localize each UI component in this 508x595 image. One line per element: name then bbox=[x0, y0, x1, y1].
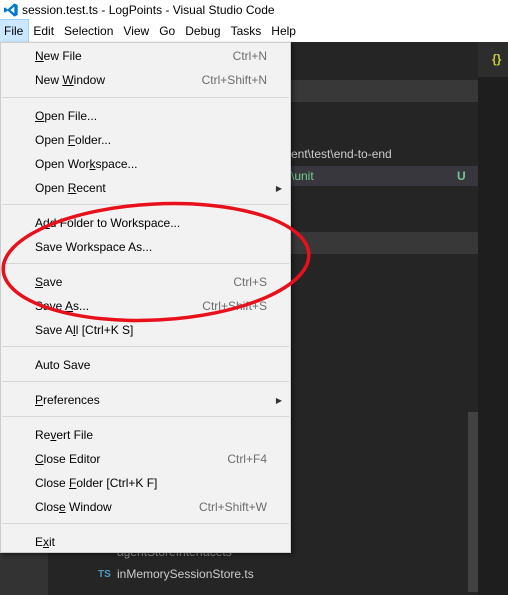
menu-item-auto-save[interactable]: Auto Save bbox=[1, 353, 290, 377]
menu-item-label: Open Recent bbox=[35, 181, 106, 195]
tree-path-unit[interactable]: \unit bbox=[291, 169, 314, 183]
menu-separator bbox=[2, 204, 289, 205]
menu-item-new-file[interactable]: New File Ctrl+N bbox=[1, 44, 290, 68]
menu-item-label: Preferences bbox=[35, 393, 100, 407]
menu-separator bbox=[2, 523, 289, 524]
menu-item-save-as[interactable]: Save As... Ctrl+Shift+S bbox=[1, 294, 290, 318]
menu-item-label: Add Folder to Workspace... bbox=[35, 216, 181, 230]
editor-area: {} bbox=[478, 42, 508, 595]
menu-item-open-folder[interactable]: Open Folder... bbox=[1, 128, 290, 152]
menu-item-label: New File bbox=[35, 49, 82, 63]
submenu-arrow-icon: ▶ bbox=[275, 183, 282, 193]
file-menu-dropdown: New File Ctrl+N New Window Ctrl+Shift+N Open… bbox=[0, 42, 291, 553]
title-bar: session.test.ts - LogPoints - Visual Stu… bbox=[0, 0, 508, 20]
tree-file-inmemorysessionstore[interactable]: inMemorySessionStore.ts bbox=[117, 567, 254, 581]
menu-item-close-editor[interactable]: Close Editor Ctrl+F4 bbox=[1, 447, 290, 471]
menu-item-new-window[interactable]: New Window Ctrl+Shift+N bbox=[1, 68, 290, 92]
window-title: session.test.ts - LogPoints - Visual Stu… bbox=[22, 3, 275, 17]
menu-item-open-file[interactable]: Open File... bbox=[1, 104, 290, 128]
menu-item-label: Save All [Ctrl+K S] bbox=[35, 323, 134, 337]
untracked-badge: U bbox=[457, 169, 466, 183]
menu-tasks[interactable]: Tasks bbox=[226, 20, 267, 42]
menu-item-label: Revert File bbox=[35, 428, 94, 442]
menu-item-shortcut: Ctrl+F4 bbox=[227, 452, 267, 466]
menu-go[interactable]: Go bbox=[154, 20, 180, 42]
menu-item-label: New Window bbox=[35, 73, 106, 87]
menu-item-exit[interactable]: Exit bbox=[1, 530, 290, 554]
menu-item-shortcut: Ctrl+Shift+S bbox=[202, 299, 267, 313]
menu-item-revert-file[interactable]: Revert File bbox=[1, 423, 290, 447]
menu-edit[interactable]: Edit bbox=[28, 20, 59, 42]
menu-item-label: Save Workspace As... bbox=[35, 240, 153, 254]
menu-debug[interactable]: Debug bbox=[180, 20, 225, 42]
menu-item-label: Auto Save bbox=[35, 358, 91, 372]
menu-item-close-folder[interactable]: Close Folder [Ctrl+K F] bbox=[1, 471, 290, 495]
menu-item-shortcut: Ctrl+Shift+W bbox=[198, 500, 267, 514]
menu-item-open-recent[interactable]: Open Recent ▶ bbox=[1, 176, 290, 200]
menu-separator bbox=[2, 263, 289, 264]
menu-item-close-window[interactable]: Close Window Ctrl+Shift+W bbox=[1, 495, 290, 519]
sidebar-scrollbar[interactable] bbox=[468, 412, 478, 592]
editor-tab[interactable]: {} bbox=[478, 42, 508, 77]
menu-selection[interactable]: Selection bbox=[59, 20, 118, 42]
menu-item-shortcut: Ctrl+Shift+N bbox=[201, 73, 267, 87]
menu-help[interactable]: Help bbox=[266, 20, 301, 42]
menu-item-shortcut: Ctrl+S bbox=[233, 275, 267, 289]
menu-item-label: Exit bbox=[35, 535, 56, 549]
menu-item-label: Open Workspace... bbox=[35, 157, 138, 171]
menu-file[interactable]: File bbox=[0, 19, 30, 43]
menu-view[interactable]: View bbox=[118, 20, 154, 42]
menu-separator bbox=[2, 381, 289, 382]
menu-separator bbox=[2, 97, 289, 98]
menu-item-save-all[interactable]: Save All [Ctrl+K S] bbox=[1, 318, 290, 342]
menu-separator bbox=[2, 346, 289, 347]
menu-separator bbox=[2, 416, 289, 417]
menu-bar: File Edit Selection View Go Debug Tasks … bbox=[0, 19, 508, 43]
menu-item-label: Save As... bbox=[35, 299, 90, 313]
vscode-logo-icon bbox=[4, 3, 18, 17]
menu-item-save[interactable]: Save Ctrl+S bbox=[1, 270, 290, 294]
menu-item-label: Save bbox=[35, 275, 63, 289]
tree-path-end-to-end[interactable]: ent\test\end-to-end bbox=[291, 147, 392, 161]
menu-item-preferences[interactable]: Preferences ▶ bbox=[1, 388, 290, 412]
typescript-file-icon: TS bbox=[98, 569, 111, 580]
submenu-arrow-icon: ▶ bbox=[275, 395, 282, 405]
menu-item-label: Close Window bbox=[35, 500, 112, 514]
menu-item-open-workspace[interactable]: Open Workspace... bbox=[1, 152, 290, 176]
menu-item-shortcut: Ctrl+N bbox=[232, 49, 267, 63]
menu-item-save-workspace-as[interactable]: Save Workspace As... bbox=[1, 235, 290, 259]
menu-item-label: Open Folder... bbox=[35, 133, 112, 147]
menu-item-label: Close Editor bbox=[35, 452, 101, 466]
menu-item-add-folder-to-workspace[interactable]: Add Folder to Workspace... bbox=[1, 211, 290, 235]
menu-item-label: Open File... bbox=[35, 109, 98, 123]
menu-item-label: Close Folder [Ctrl+K F] bbox=[35, 476, 158, 490]
json-braces-icon: {} bbox=[492, 52, 502, 66]
